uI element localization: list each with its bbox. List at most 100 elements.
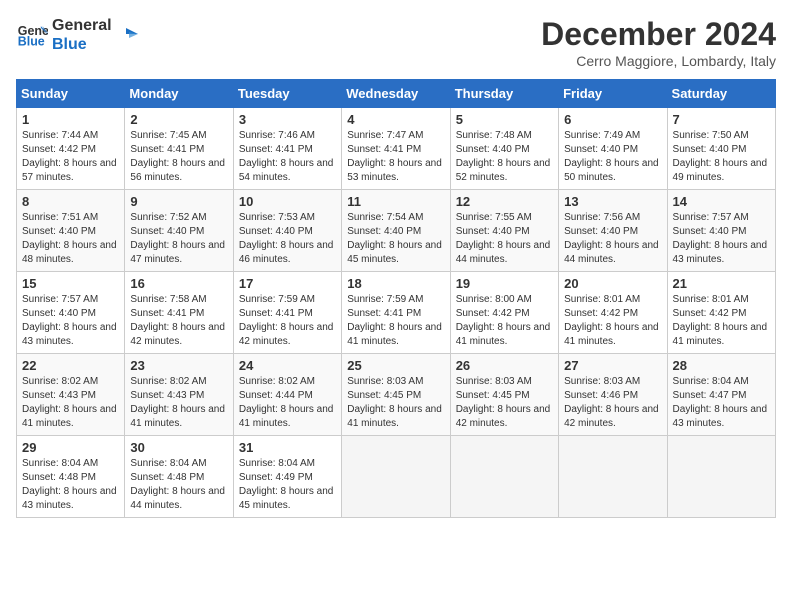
day-number: 29 — [22, 440, 119, 455]
day-number: 23 — [130, 358, 227, 373]
day-info: Sunrise: 7:49 AM Sunset: 4:40 PM Dayligh… — [564, 129, 661, 185]
calendar-cell: 1Sunrise: 7:44 AM Sunset: 4:42 PM Daylig… — [17, 108, 125, 190]
calendar-row: 1Sunrise: 7:44 AM Sunset: 4:42 PM Daylig… — [17, 108, 776, 190]
day-number: 8 — [22, 194, 119, 209]
calendar-container: General Blue General Blue December 2024 … — [0, 0, 792, 526]
day-info: Sunrise: 8:02 AM Sunset: 4:43 PM Dayligh… — [130, 375, 227, 431]
weekday-header-cell: Saturday — [667, 80, 775, 108]
day-number: 18 — [347, 276, 444, 291]
calendar-cell — [450, 436, 558, 518]
day-number: 11 — [347, 194, 444, 209]
calendar-cell: 9 Sunrise: 7:52 AM Sunset: 4:40 PM Daylig… — [125, 190, 233, 272]
day-info: Sunrise: 8:01 AM Sunset: 4:42 PM Dayligh… — [564, 293, 661, 349]
day-info: Sunrise: 8:02 AM Sunset: 4:43 PM Dayligh… — [22, 375, 119, 431]
weekday-header-cell: Sunday — [17, 80, 125, 108]
day-info: Sunrise: 7:57 AM Sunset: 4:40 PM Dayligh… — [22, 293, 119, 349]
day-info: Sunrise: 8:03 AM Sunset: 4:45 PM Dayligh… — [347, 375, 444, 431]
logo-icon: General Blue — [16, 19, 48, 51]
calendar-cell: 26Sunrise: 8:03 AM Sunset: 4:45 PM Dayli… — [450, 354, 558, 436]
day-number: 3 — [239, 112, 336, 127]
weekday-header-cell: Tuesday — [233, 80, 341, 108]
day-info: Sunrise: 8:00 AM Sunset: 4:42 PM Dayligh… — [456, 293, 553, 349]
day-number: 9 — [130, 194, 227, 209]
day-number: 20 — [564, 276, 661, 291]
calendar-cell: 5 Sunrise: 7:48 AM Sunset: 4:40 PM Daylig… — [450, 108, 558, 190]
day-info: Sunrise: 8:03 AM Sunset: 4:46 PM Dayligh… — [564, 375, 661, 431]
day-number: 6 — [564, 112, 661, 127]
logo: General Blue General Blue — [16, 16, 138, 54]
calendar-row: 22 Sunrise: 8:02 AM Sunset: 4:43 PM Dayli… — [17, 354, 776, 436]
day-number: 27 — [564, 358, 661, 373]
calendar-cell — [667, 436, 775, 518]
day-info: Sunrise: 7:44 AM Sunset: 4:42 PM Dayligh… — [22, 129, 119, 185]
day-info: Sunrise: 8:02 AM Sunset: 4:44 PM Dayligh… — [239, 375, 336, 431]
calendar-cell: 25 Sunrise: 8:03 AM Sunset: 4:45 PM Dayli… — [342, 354, 450, 436]
day-number: 2 — [130, 112, 227, 127]
day-info: Sunrise: 7:58 AM Sunset: 4:41 PM Dayligh… — [130, 293, 227, 349]
calendar-row: 8Sunrise: 7:51 AM Sunset: 4:40 PM Daylig… — [17, 190, 776, 272]
day-number: 12 — [456, 194, 553, 209]
day-number: 22 — [22, 358, 119, 373]
calendar-row: 15Sunrise: 7:57 AM Sunset: 4:40 PM Dayli… — [17, 272, 776, 354]
calendar-cell — [559, 436, 667, 518]
svg-text:Blue: Blue — [18, 35, 45, 49]
calendar-cell: 3 Sunrise: 7:46 AM Sunset: 4:41 PM Daylig… — [233, 108, 341, 190]
calendar-cell: 24 Sunrise: 8:02 AM Sunset: 4:44 PM Dayli… — [233, 354, 341, 436]
day-number: 24 — [239, 358, 336, 373]
day-number: 30 — [130, 440, 227, 455]
day-info: Sunrise: 7:47 AM Sunset: 4:41 PM Dayligh… — [347, 129, 444, 185]
day-info: Sunrise: 7:52 AM Sunset: 4:40 PM Dayligh… — [130, 211, 227, 267]
calendar-cell: 31Sunrise: 8:04 AM Sunset: 4:49 PM Dayli… — [233, 436, 341, 518]
day-number: 5 — [456, 112, 553, 127]
calendar-cell: 4 Sunrise: 7:47 AM Sunset: 4:41 PM Daylig… — [342, 108, 450, 190]
day-info: Sunrise: 7:57 AM Sunset: 4:40 PM Dayligh… — [673, 211, 770, 267]
logo-general: General — [52, 16, 112, 35]
calendar-cell: 27 Sunrise: 8:03 AM Sunset: 4:46 PM Dayli… — [559, 354, 667, 436]
day-info: Sunrise: 7:46 AM Sunset: 4:41 PM Dayligh… — [239, 129, 336, 185]
day-info: Sunrise: 8:03 AM Sunset: 4:45 PM Dayligh… — [456, 375, 553, 431]
day-number: 21 — [673, 276, 770, 291]
day-number: 28 — [673, 358, 770, 373]
logo-bird-icon — [116, 24, 138, 46]
day-number: 19 — [456, 276, 553, 291]
weekday-header-cell: Thursday — [450, 80, 558, 108]
calendar-cell: 14Sunrise: 7:57 AM Sunset: 4:40 PM Dayli… — [667, 190, 775, 272]
day-info: Sunrise: 8:04 AM Sunset: 4:48 PM Dayligh… — [130, 457, 227, 513]
calendar-cell: 18Sunrise: 7:59 AM Sunset: 4:41 PM Dayli… — [342, 272, 450, 354]
calendar-cell: 29 Sunrise: 8:04 AM Sunset: 4:48 PM Dayli… — [17, 436, 125, 518]
day-number: 13 — [564, 194, 661, 209]
weekday-header-row: SundayMondayTuesdayWednesdayThursdayFrid… — [17, 80, 776, 108]
calendar-cell: 7 Sunrise: 7:50 AM Sunset: 4:40 PM Daylig… — [667, 108, 775, 190]
day-info: Sunrise: 7:50 AM Sunset: 4:40 PM Dayligh… — [673, 129, 770, 185]
calendar-cell: 6 Sunrise: 7:49 AM Sunset: 4:40 PM Daylig… — [559, 108, 667, 190]
day-number: 16 — [130, 276, 227, 291]
day-info: Sunrise: 7:48 AM Sunset: 4:40 PM Dayligh… — [456, 129, 553, 185]
calendar-cell: 12 Sunrise: 7:55 AM Sunset: 4:40 PM Dayli… — [450, 190, 558, 272]
day-number: 4 — [347, 112, 444, 127]
day-number: 10 — [239, 194, 336, 209]
title-block: December 2024 Cerro Maggiore, Lombardy, … — [541, 16, 776, 69]
calendar-cell — [342, 436, 450, 518]
day-number: 17 — [239, 276, 336, 291]
calendar-cell: 15Sunrise: 7:57 AM Sunset: 4:40 PM Dayli… — [17, 272, 125, 354]
calendar-cell: 28 Sunrise: 8:04 AM Sunset: 4:47 PM Dayli… — [667, 354, 775, 436]
weekday-header-cell: Wednesday — [342, 80, 450, 108]
calendar-cell: 13Sunrise: 7:56 AM Sunset: 4:40 PM Dayli… — [559, 190, 667, 272]
calendar-cell: 8Sunrise: 7:51 AM Sunset: 4:40 PM Daylig… — [17, 190, 125, 272]
day-info: Sunrise: 7:45 AM Sunset: 4:41 PM Dayligh… — [130, 129, 227, 185]
logo-blue: Blue — [52, 35, 112, 54]
calendar-row: 29 Sunrise: 8:04 AM Sunset: 4:48 PM Dayli… — [17, 436, 776, 518]
day-number: 7 — [673, 112, 770, 127]
day-info: Sunrise: 8:01 AM Sunset: 4:42 PM Dayligh… — [673, 293, 770, 349]
day-number: 31 — [239, 440, 336, 455]
day-number: 25 — [347, 358, 444, 373]
calendar-body: 1Sunrise: 7:44 AM Sunset: 4:42 PM Daylig… — [17, 108, 776, 518]
day-info: Sunrise: 7:59 AM Sunset: 4:41 PM Dayligh… — [239, 293, 336, 349]
calendar-cell: 23 Sunrise: 8:02 AM Sunset: 4:43 PM Dayli… — [125, 354, 233, 436]
calendar-cell: 17 Sunrise: 7:59 AM Sunset: 4:41 PM Dayli… — [233, 272, 341, 354]
location-subtitle: Cerro Maggiore, Lombardy, Italy — [541, 53, 776, 69]
day-info: Sunrise: 7:55 AM Sunset: 4:40 PM Dayligh… — [456, 211, 553, 267]
day-info: Sunrise: 8:04 AM Sunset: 4:48 PM Dayligh… — [22, 457, 119, 513]
calendar-cell: 30 Sunrise: 8:04 AM Sunset: 4:48 PM Dayli… — [125, 436, 233, 518]
day-info: Sunrise: 8:04 AM Sunset: 4:47 PM Dayligh… — [673, 375, 770, 431]
